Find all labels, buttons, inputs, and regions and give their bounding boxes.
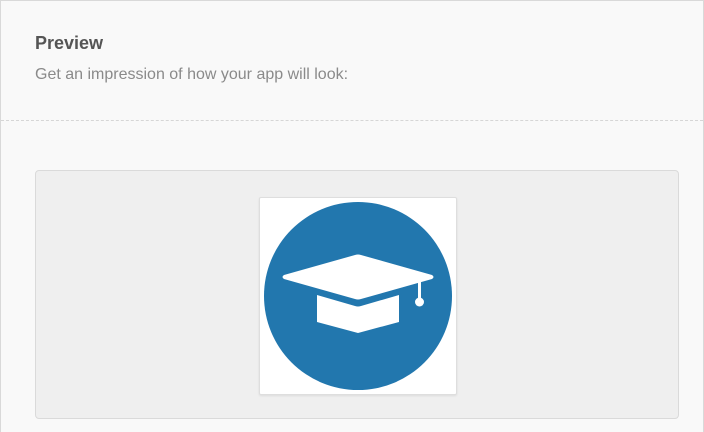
preview-panel: Preview Get an impression of how your ap…: [0, 0, 704, 432]
preview-subtitle: Get an impression of how your app will l…: [35, 66, 349, 83]
preview-area: [35, 170, 679, 419]
tassel-end: [415, 297, 424, 307]
preview-title: Preview: [35, 33, 104, 53]
app-icon-card: [259, 197, 457, 395]
graduation-cap-icon: [264, 202, 452, 390]
preview-header: Preview Get an impression of how your ap…: [1, 1, 703, 121]
tassel-cord: [418, 281, 421, 299]
